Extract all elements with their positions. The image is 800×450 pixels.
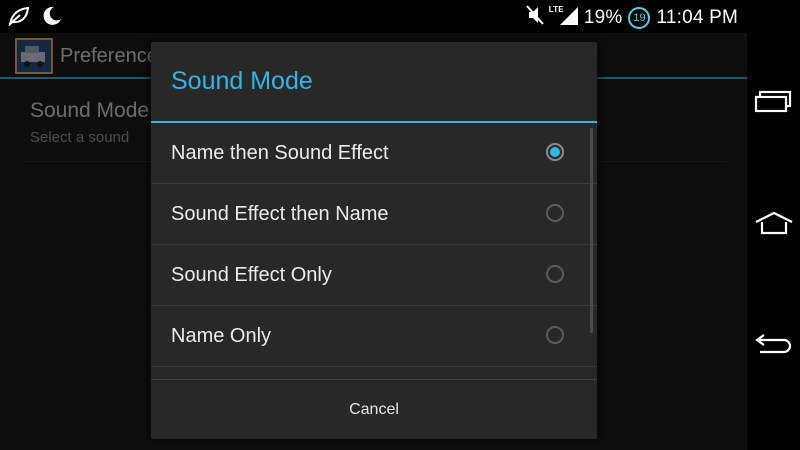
option-name-then-sound-effect[interactable]: Name then Sound Effect bbox=[151, 123, 597, 184]
option-label: Sound Effect then Name bbox=[171, 203, 389, 225]
home-button[interactable] bbox=[747, 195, 800, 255]
back-icon bbox=[754, 331, 794, 360]
option-name-only[interactable]: Name Only bbox=[151, 306, 597, 367]
navigation-bar bbox=[747, 0, 800, 450]
notification-badge: 19 bbox=[628, 6, 651, 29]
option-label: Name Only bbox=[171, 325, 272, 347]
radio-button-checked[interactable] bbox=[546, 143, 564, 161]
home-icon bbox=[754, 211, 794, 240]
radio-button[interactable] bbox=[546, 326, 564, 344]
scrollbar[interactable] bbox=[590, 128, 593, 333]
mute-icon bbox=[525, 4, 545, 31]
cancel-button[interactable]: Cancel bbox=[151, 380, 597, 439]
option-label: Sound Effect Only bbox=[171, 264, 332, 286]
dialog-title: Sound Mode bbox=[171, 67, 313, 95]
radio-button[interactable] bbox=[546, 265, 564, 283]
leaf-icon bbox=[8, 6, 30, 31]
status-bar: LTE 19% 19 11:04 PM bbox=[0, 0, 800, 33]
lte-label: LTE bbox=[548, 5, 564, 14]
option-sound-effect-then-name[interactable]: Sound Effect then Name bbox=[151, 184, 597, 245]
recent-apps-button[interactable] bbox=[747, 73, 800, 133]
option-label: Name then Sound Effect bbox=[171, 142, 389, 164]
recent-apps-icon bbox=[754, 89, 794, 118]
status-bar-system: LTE 19% 19 11:04 PM bbox=[525, 4, 738, 31]
option-list: Name then Sound Effect Sound Effect then… bbox=[151, 123, 597, 367]
clock: 11:04 PM bbox=[656, 6, 738, 28]
status-bar-notifications bbox=[8, 6, 62, 31]
battery-percent: 19% bbox=[583, 6, 623, 28]
radio-button[interactable] bbox=[546, 204, 564, 222]
back-button[interactable] bbox=[747, 315, 800, 375]
moon-icon bbox=[42, 6, 62, 31]
sound-mode-dialog: Sound Mode Name then Sound Effect Sound … bbox=[151, 42, 597, 439]
option-sound-effect-only[interactable]: Sound Effect Only bbox=[151, 245, 597, 306]
radio-dot bbox=[550, 147, 560, 157]
